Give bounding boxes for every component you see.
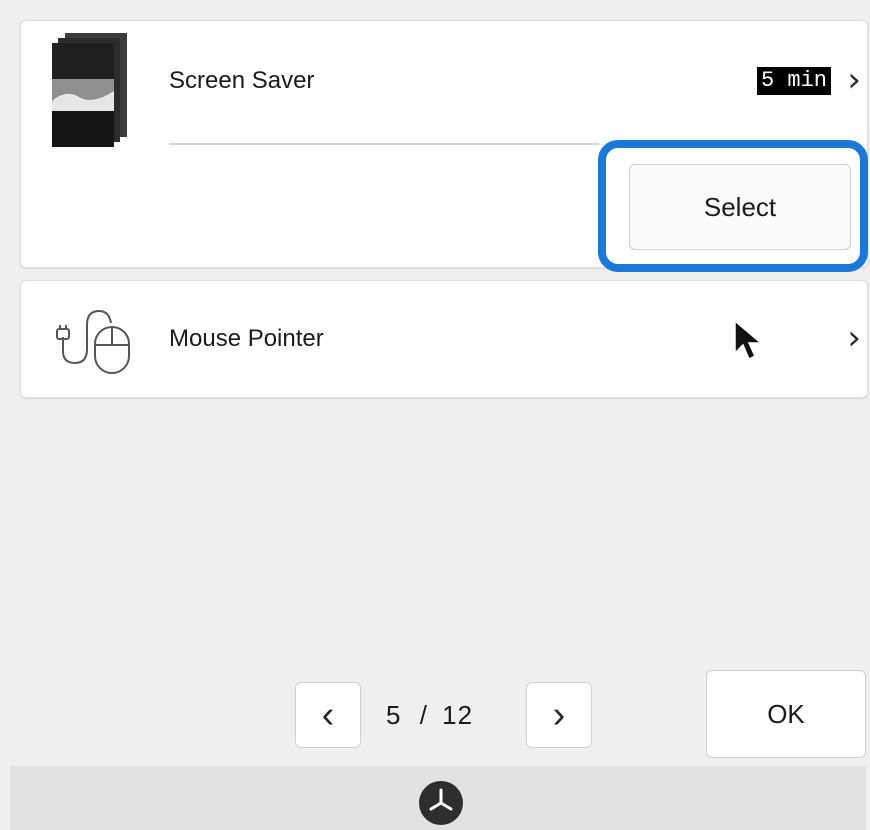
total-pages: 12	[442, 700, 474, 730]
select-button[interactable]: Select	[629, 164, 851, 250]
mouse-pointer-card[interactable]: Mouse Pointer ›	[20, 280, 868, 398]
chevron-right-icon: ›	[552, 693, 566, 736]
divider	[169, 143, 599, 145]
mouse-pointer-label: Mouse Pointer	[169, 325, 324, 352]
next-page-button[interactable]: ›	[526, 682, 592, 748]
screen-saver-label: Screen Saver	[169, 67, 315, 94]
chevron-left-icon: ‹	[321, 693, 335, 736]
ok-button[interactable]: OK	[706, 670, 866, 758]
current-page: 5	[386, 700, 402, 730]
screen-saver-thumbnail-icon	[52, 33, 127, 147]
page-separator: /	[419, 700, 428, 730]
screen-saver-value[interactable]: 5 min	[756, 67, 831, 95]
mouse-icon	[56, 309, 130, 374]
clock-icon[interactable]	[418, 780, 464, 826]
chevron-right-icon[interactable]: ›	[847, 321, 861, 355]
chevron-right-icon[interactable]: ›	[847, 63, 861, 97]
previous-page-button[interactable]: ‹	[295, 682, 361, 748]
page-indicator: 5 / 12	[386, 700, 473, 731]
arrow-cursor-icon	[734, 319, 764, 361]
